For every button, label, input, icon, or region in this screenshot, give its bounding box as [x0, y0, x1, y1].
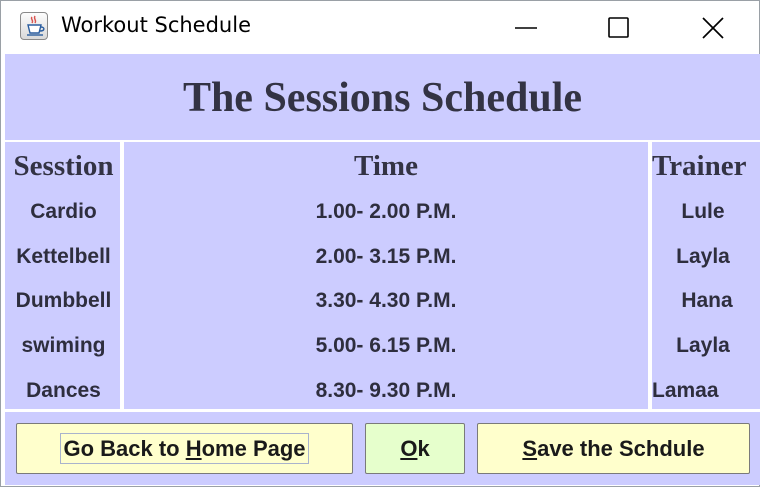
table-cell-session: Cardio: [30, 200, 97, 223]
table-bottom-border: [5, 409, 760, 412]
page-title: The Sessions Schedule: [182, 75, 583, 121]
column-header-time: Time: [354, 150, 418, 182]
focus-ring: Go Back to Home Page: [60, 433, 309, 464]
table-cell-trainer: Layla: [676, 334, 730, 357]
table-cell-trainer: Hana: [681, 289, 733, 312]
column-header-trainer: Trainer: [652, 150, 747, 182]
table-cell-time: 1.00- 2.00 P.M.: [315, 200, 457, 223]
maximize-icon: [608, 17, 629, 38]
column-header-session: Sesstion: [13, 150, 114, 182]
table-top-border: [5, 140, 760, 142]
button-mnemonic: S: [522, 435, 538, 461]
save-schedule-button[interactable]: Save the Schdule: [477, 423, 750, 474]
table-cell-session: swiming: [21, 334, 106, 357]
table-cell-time: 8.30- 9.30 P.M.: [315, 379, 457, 402]
table-cell-session: Kettelbell: [16, 245, 111, 268]
minimize-button[interactable]: [480, 1, 572, 54]
ok-button[interactable]: Ok: [365, 423, 465, 474]
button-label-prefix: Go Back to: [63, 436, 186, 461]
app-window: Workout Schedule The Sessions Schedule S…: [0, 0, 760, 487]
table-cell-session: Dances: [26, 379, 101, 402]
table-cell-trainer: Layla: [676, 245, 730, 268]
go-back-home-button[interactable]: Go Back to Home Page: [16, 423, 353, 474]
table-cell-trainer: Lule: [681, 200, 725, 223]
button-label-suffix: ome Page: [201, 436, 306, 461]
button-mnemonic: H: [185, 436, 202, 461]
minimize-icon: [515, 27, 537, 29]
close-button[interactable]: [667, 1, 759, 54]
button-label-suffix: ave the Schdule: [537, 435, 705, 461]
window-title: Workout Schedule: [61, 13, 251, 37]
java-coffee-cup-icon[interactable]: [20, 12, 48, 40]
button-mnemonic: O: [400, 435, 418, 461]
schedule-panel: The Sessions Schedule Sesstion Time Trai…: [5, 54, 760, 485]
close-icon: [702, 17, 724, 39]
table-cell-time: 5.00- 6.15 P.M.: [315, 334, 457, 357]
button-label-suffix: k: [417, 435, 430, 461]
maximize-button[interactable]: [573, 1, 665, 54]
table-cell-trainer: Lamaa: [652, 379, 719, 402]
title-bar[interactable]: Workout Schedule: [1, 1, 759, 54]
table-cell-session: Dumbbell: [15, 289, 112, 312]
table-cell-time: 2.00- 3.15 P.M.: [315, 245, 457, 268]
table-cell-time: 3.30- 4.30 P.M.: [315, 289, 457, 312]
